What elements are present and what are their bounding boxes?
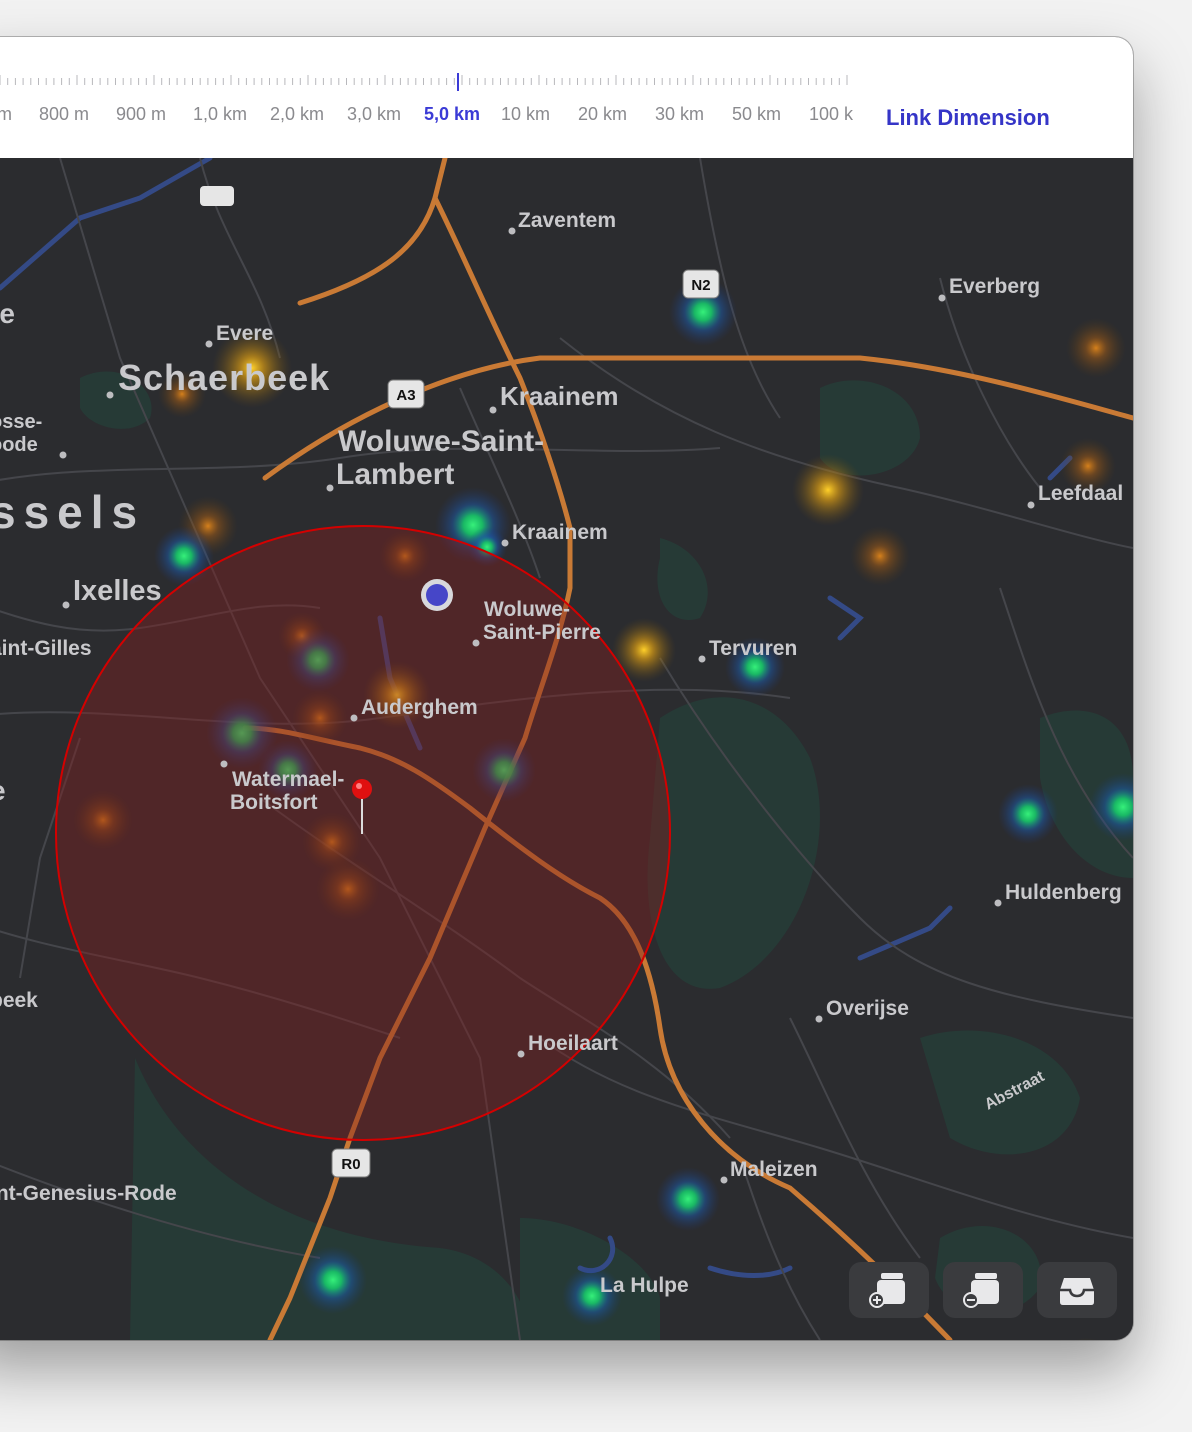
scale-option[interactable]: 30 km xyxy=(655,104,704,125)
scale-option[interactable]: 10 km xyxy=(501,104,550,125)
place-label-kraainem-1: Kraainem xyxy=(500,381,619,411)
place-label-huldenberg: Huldenberg xyxy=(1005,881,1122,904)
scale-toolbar: 700 m 800 m 900 m 1,0 km 2,0 km 3,0 km 5,0 km 1… xyxy=(0,37,1133,159)
map-controls xyxy=(849,1262,1117,1318)
place-label-tervuren: Tervuren xyxy=(709,637,797,660)
place-label-genesius: int-Genesius-Rode xyxy=(0,1182,177,1205)
svg-text:A3: A3 xyxy=(396,387,415,404)
map-window: 700 m 800 m 900 m 1,0 km 2,0 km 3,0 km 5,0 km 1… xyxy=(0,37,1133,1340)
place-label-watermael-2: Boitsfort xyxy=(230,791,318,814)
place-label-te: te xyxy=(0,298,15,329)
scale-option[interactable]: 5,0 km xyxy=(424,104,480,125)
stack-minus-icon xyxy=(961,1270,1005,1310)
scale-option[interactable]: 800 m xyxy=(39,104,89,125)
scale-ruler xyxy=(0,73,848,91)
place-label-josse-1: osse- xyxy=(0,411,42,433)
scale-option[interactable]: 100 k xyxy=(809,104,853,125)
place-label-hoeilaart: Hoeilaart xyxy=(528,1032,618,1055)
place-label-josse-2: oode xyxy=(0,434,38,456)
map-view[interactable]: Zaventem Everberg te Evere Schaerbeek Kr… xyxy=(0,158,1133,1340)
scale-option[interactable]: 900 m xyxy=(116,104,166,125)
add-layer-button[interactable] xyxy=(849,1262,929,1318)
place-label-schaerbeek: Schaerbeek xyxy=(118,357,330,398)
road-shield-r0: R0 xyxy=(331,1148,371,1178)
scale-option[interactable]: 700 m xyxy=(0,104,12,125)
place-label-saint-gilles: aint-Gilles xyxy=(0,637,92,660)
link-dimension-button[interactable]: Link Dimension xyxy=(886,105,1050,131)
place-label-zaventem: Zaventem xyxy=(518,209,616,232)
place-label-auderghem: Auderghem xyxy=(361,696,478,719)
place-label-e: e xyxy=(0,775,6,806)
place-label-leefdaal: Leefdaal xyxy=(1038,482,1123,505)
place-label-ixelles: Ixelles xyxy=(73,575,162,607)
road-shield-n2: N2 xyxy=(682,269,720,299)
place-label-overijse: Overijse xyxy=(826,997,909,1020)
inbox-button[interactable] xyxy=(1037,1262,1117,1318)
scale-option[interactable]: 1,0 km xyxy=(193,104,247,125)
current-location-marker[interactable] xyxy=(421,579,453,611)
svg-text:R0: R0 xyxy=(341,1156,360,1173)
scale-option[interactable]: 20 km xyxy=(578,104,627,125)
remove-layer-button[interactable] xyxy=(943,1262,1023,1318)
place-label-watermael-1: Watermael- xyxy=(232,768,344,791)
road-shield-a3: A3 xyxy=(387,379,425,409)
place-label-beek: beek xyxy=(0,989,38,1012)
place-label-woluwe-lambert-2: Lambert xyxy=(336,458,454,491)
road-shield-top xyxy=(200,186,234,206)
place-label-woluwe-pierre-1: Woluwe- xyxy=(484,598,570,621)
place-label-la-hulpe: La Hulpe xyxy=(600,1274,689,1297)
scale-option[interactable]: 3,0 km xyxy=(347,104,401,125)
place-label-woluwe-lambert-1: Woluwe-Saint- xyxy=(338,425,544,458)
place-label-everberg: Everberg xyxy=(949,275,1040,298)
stack-plus-icon xyxy=(867,1270,911,1310)
place-label-evere: Evere xyxy=(216,322,273,345)
place-label-brussels: ssels xyxy=(0,486,145,538)
place-label-woluwe-pierre-2: Saint-Pierre xyxy=(483,621,601,644)
svg-text:N2: N2 xyxy=(691,277,710,294)
tray-icon xyxy=(1055,1270,1099,1310)
place-label-kraainem-2: Kraainem xyxy=(512,521,608,544)
scale-option[interactable]: 50 km xyxy=(732,104,781,125)
place-label-maleizen: Maleizen xyxy=(730,1158,818,1181)
scale-option[interactable]: 2,0 km xyxy=(270,104,324,125)
